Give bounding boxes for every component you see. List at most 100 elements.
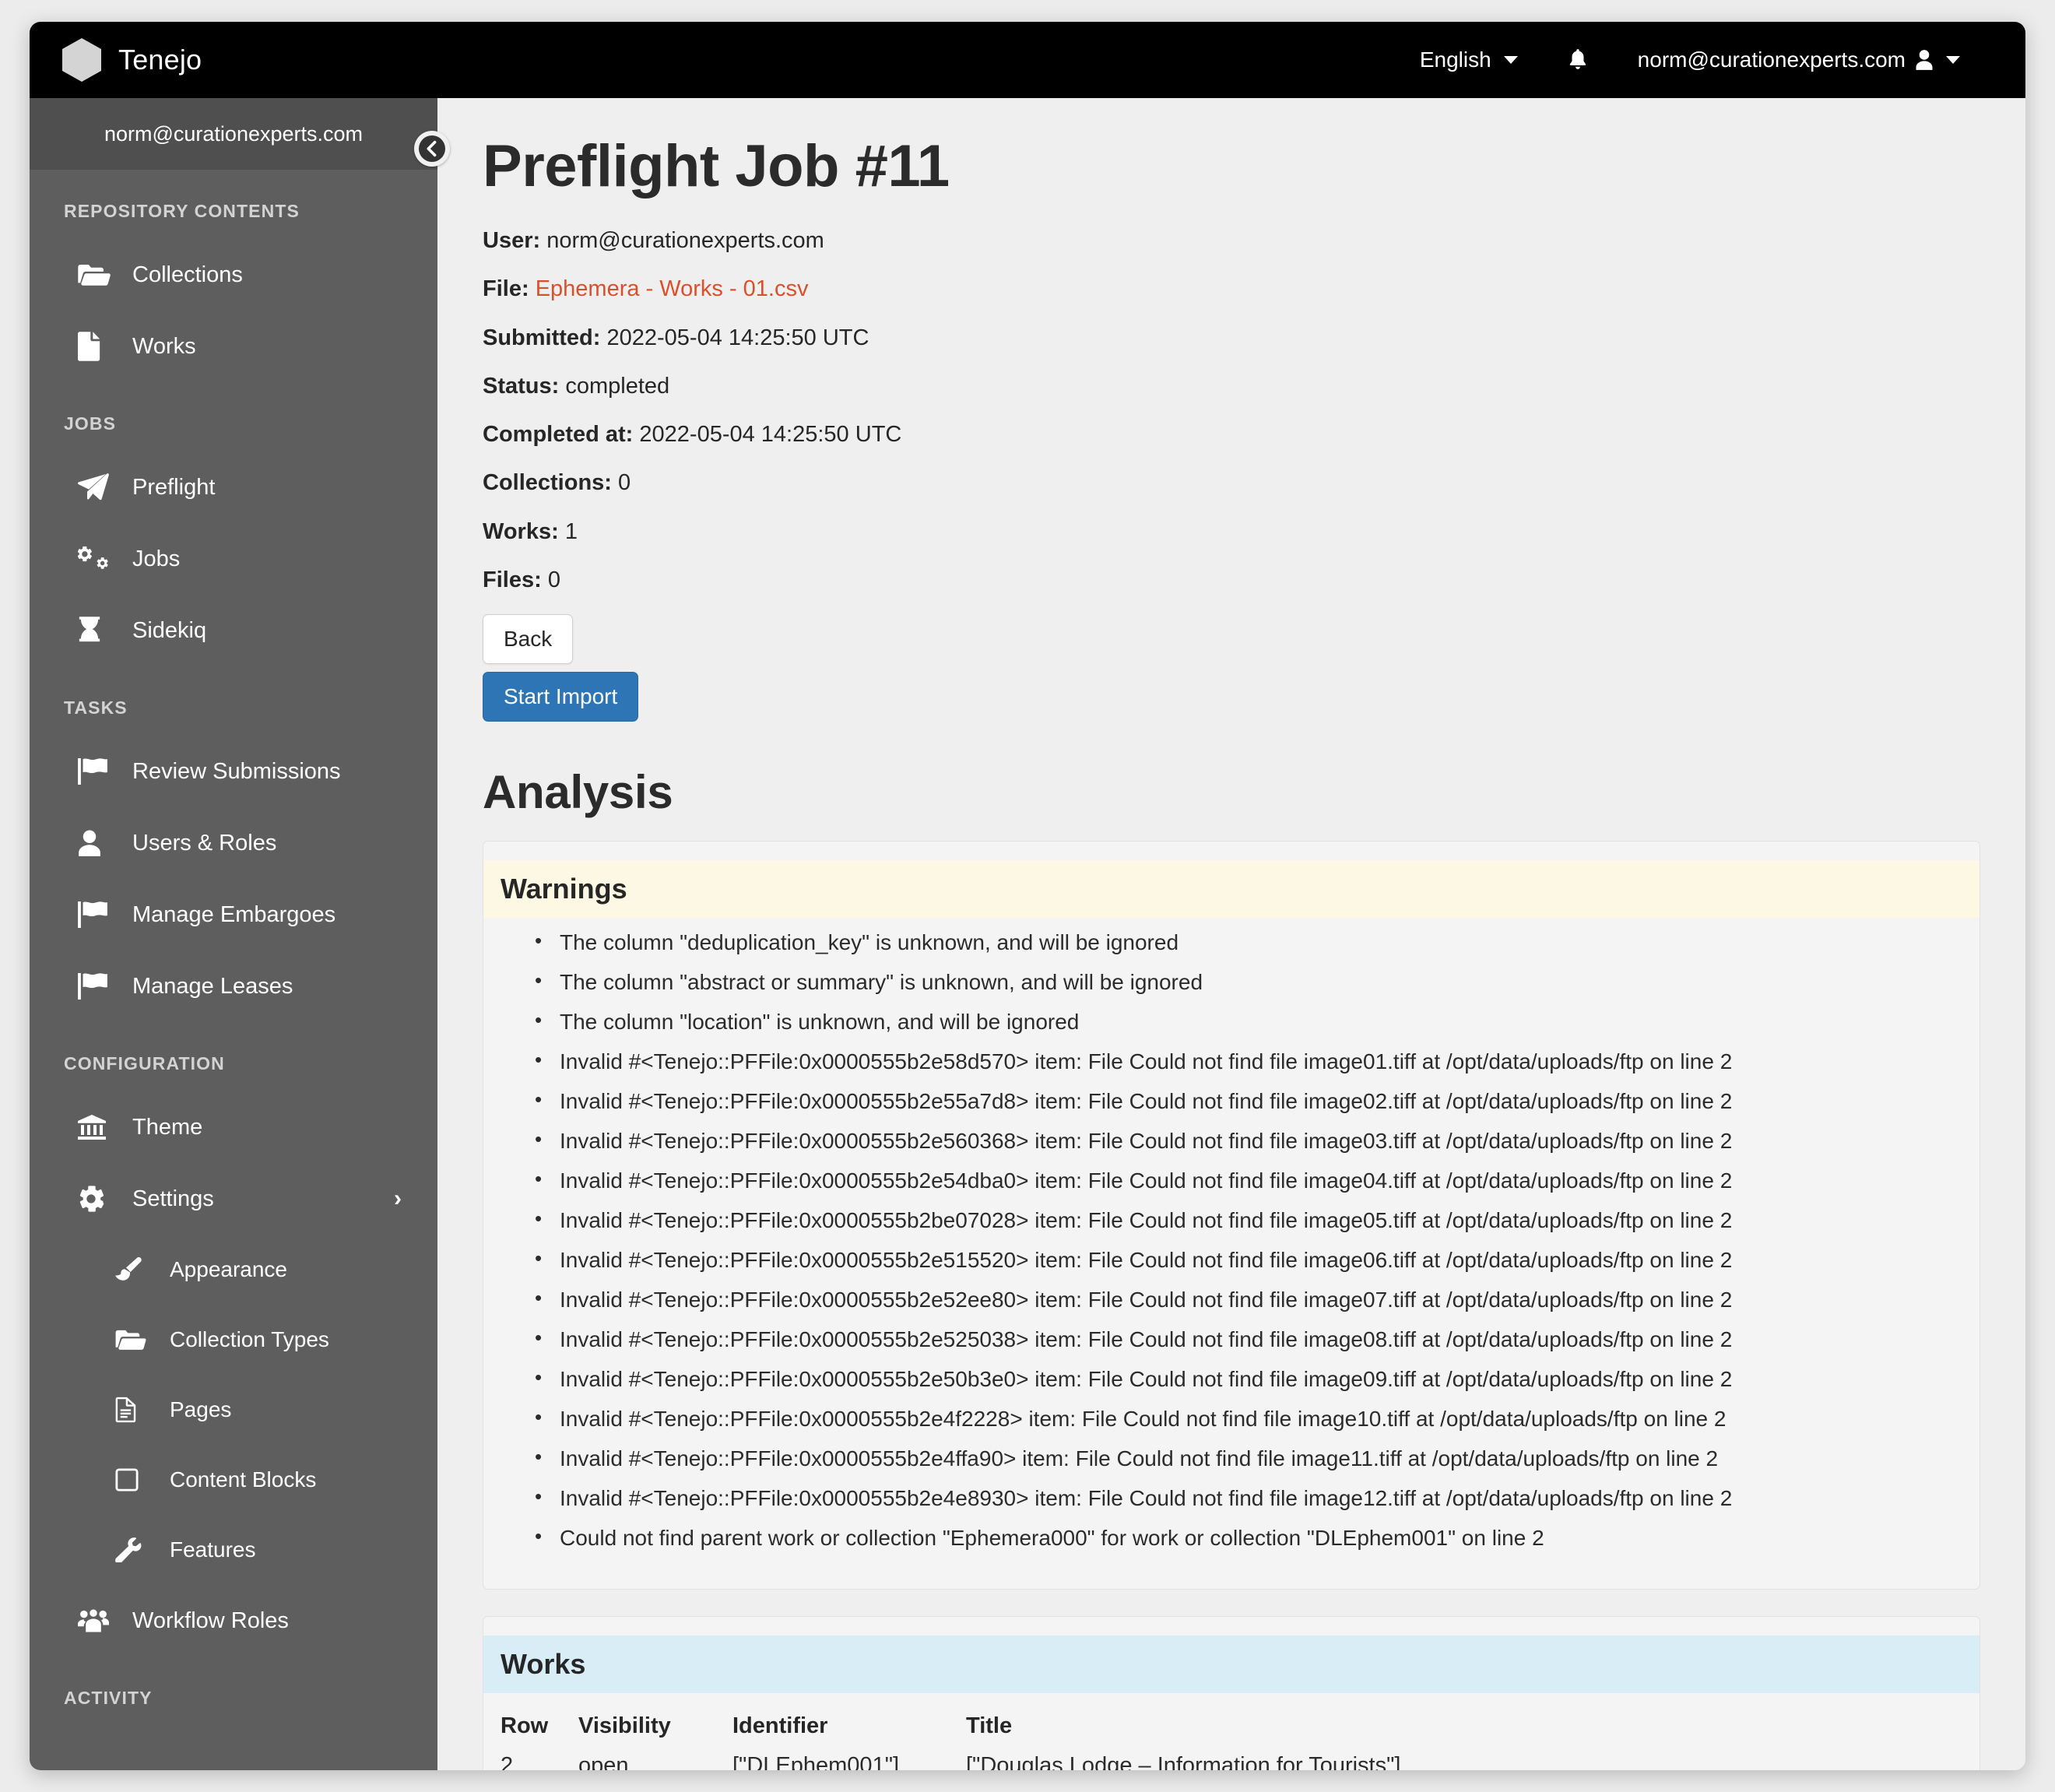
meta-submitted-value: 2022-05-04 14:25:50 UTC bbox=[606, 325, 869, 350]
sidebar-section-activity: ACTIVITY bbox=[64, 1688, 153, 1708]
sidebar-item-label: Review Submissions bbox=[132, 758, 341, 784]
sidebar-item-label: Works bbox=[132, 333, 196, 359]
warning-item: Invalid #<Tenejo::PFFile:0x0000555b2e55a… bbox=[535, 1089, 1979, 1112]
column-header-row: Row bbox=[501, 1713, 549, 1738]
meta-completed: Completed at: 2022-05-04 14:25:50 UTC bbox=[483, 420, 1980, 448]
warning-item: Invalid #<Tenejo::PFFile:0x0000555b2e4f2… bbox=[535, 1407, 1979, 1430]
column-header-title: Title bbox=[966, 1713, 1013, 1738]
user-icon bbox=[78, 830, 114, 856]
sidebar-item-sidekiq[interactable]: Sidekiq bbox=[30, 595, 437, 666]
sidebar-item-label: Manage Leases bbox=[132, 973, 293, 999]
sidebar-item-label: Sidekiq bbox=[132, 617, 207, 643]
sidebar-item-label: Content Blocks bbox=[170, 1467, 317, 1492]
brand-name: Tenejo bbox=[118, 44, 202, 76]
flag-icon bbox=[78, 901, 114, 928]
sidebar-item-workflow-roles[interactable]: Workflow Roles bbox=[30, 1585, 437, 1657]
back-button-row: Back bbox=[483, 614, 1980, 664]
warning-item: The column "deduplication_key" is unknow… bbox=[535, 930, 1979, 954]
sidebar-item-review-submissions[interactable]: Review Submissions bbox=[30, 736, 437, 807]
warning-item: Could not find parent work or collection… bbox=[535, 1526, 1979, 1549]
sidebar-item-label: Settings bbox=[132, 1186, 214, 1211]
works-panel: Works Row Visibility Identifier Title 2 … bbox=[483, 1616, 1980, 1770]
sidebar-item-works[interactable]: Works bbox=[30, 311, 437, 382]
sidebar-user-label: norm@curationexperts.com bbox=[30, 98, 437, 170]
column-header-visibility: Visibility bbox=[578, 1713, 671, 1738]
file-lines-icon bbox=[115, 1397, 151, 1423]
cell-visibility: open bbox=[578, 1753, 629, 1770]
status-badge: completed bbox=[565, 373, 670, 399]
meta-works-value: 1 bbox=[564, 518, 578, 544]
cell-title: ["Douglas Lodge – Information for Touris… bbox=[966, 1753, 1401, 1770]
sidebar-item-manage-leases[interactable]: Manage Leases bbox=[30, 950, 437, 1022]
sidebar-item-label: Preflight bbox=[132, 474, 216, 500]
start-import-button[interactable]: Start Import bbox=[483, 672, 639, 722]
start-import-button-row: Start Import bbox=[483, 672, 1980, 722]
notifications-button[interactable] bbox=[1543, 48, 1613, 72]
works-table: Row Visibility Identifier Title 2 open [… bbox=[501, 1713, 1400, 1770]
meta-status: Status: completed bbox=[483, 372, 1980, 400]
meta-completed-label: Completed at: bbox=[483, 422, 634, 447]
sidebar-item-pages[interactable]: Pages bbox=[30, 1375, 437, 1445]
sidebar-item-label: Jobs bbox=[132, 546, 181, 571]
warning-item: Invalid #<Tenejo::PFFile:0x0000555b2e525… bbox=[535, 1327, 1979, 1351]
table-header-row: Row Visibility Identifier Title bbox=[501, 1713, 1400, 1753]
sidebar-collapse-toggle[interactable] bbox=[414, 131, 450, 167]
chevron-left-circle-icon bbox=[419, 135, 445, 162]
sidebar-item-settings[interactable]: Settings › bbox=[30, 1163, 437, 1235]
sidebar-item-appearance[interactable]: Appearance bbox=[30, 1235, 437, 1305]
warning-item: Invalid #<Tenejo::PFFile:0x0000555b2e560… bbox=[535, 1129, 1979, 1152]
meta-file: File: Ephemera - Works - 01.csv bbox=[483, 275, 1980, 303]
users-group-icon bbox=[78, 1609, 114, 1632]
meta-user-value: norm@curationexperts.com bbox=[546, 228, 824, 253]
sidebar-item-label: Features bbox=[170, 1537, 256, 1562]
meta-collections-label: Collections: bbox=[483, 470, 612, 496]
warning-item: Invalid #<Tenejo::PFFile:0x0000555b2e52e… bbox=[535, 1288, 1979, 1311]
warning-item: Invalid #<Tenejo::PFFile:0x0000555b2e4ff… bbox=[535, 1446, 1979, 1470]
sidebar-item-users-roles[interactable]: Users & Roles bbox=[30, 807, 437, 879]
cell-identifier: ["DLEphem001"] bbox=[732, 1753, 900, 1770]
column-header-identifier: Identifier bbox=[732, 1713, 828, 1738]
language-selector[interactable]: English bbox=[1395, 47, 1543, 72]
hourglass-icon bbox=[78, 617, 114, 645]
sidebar-item-preflight[interactable]: Preflight bbox=[30, 452, 437, 523]
meta-status-label: Status: bbox=[483, 373, 560, 399]
sidebar-item-jobs[interactable]: Jobs bbox=[30, 523, 437, 595]
warning-item: Invalid #<Tenejo::PFFile:0x0000555b2be07… bbox=[535, 1208, 1979, 1232]
meta-completed-value: 2022-05-04 14:25:50 UTC bbox=[639, 422, 902, 447]
file-icon bbox=[78, 332, 114, 361]
sidebar-item-collection-types[interactable]: Collection Types bbox=[30, 1305, 437, 1375]
sidebar-item-features[interactable]: Features bbox=[30, 1515, 437, 1585]
back-button[interactable]: Back bbox=[483, 614, 574, 664]
gear-icon bbox=[78, 1186, 114, 1212]
navbar-right: English norm@curationexperts.com bbox=[1395, 47, 1985, 72]
analysis-title: Analysis bbox=[483, 766, 673, 818]
wrench-icon bbox=[115, 1537, 151, 1562]
sidebar-item-label: Collections bbox=[132, 262, 243, 287]
sidebar-item-content-blocks[interactable]: Content Blocks bbox=[30, 1445, 437, 1515]
sidebar-item-label: Pages bbox=[170, 1397, 232, 1421]
browser-window: Tenejo English norm@curationexperts.com bbox=[30, 22, 2025, 1770]
meta-works: Works: 1 bbox=[483, 518, 1980, 546]
sidebar-item-label: Manage Embargoes bbox=[132, 901, 336, 927]
sidebar-item-collections[interactable]: Collections bbox=[30, 239, 437, 311]
sidebar-item-label: Theme bbox=[132, 1114, 203, 1140]
folder-open-icon bbox=[115, 1328, 151, 1351]
account-label: norm@curationexperts.com bbox=[1637, 47, 1906, 72]
meta-works-label: Works: bbox=[483, 518, 559, 544]
sidebar-item-label: Workflow Roles bbox=[132, 1608, 289, 1633]
sidebar-item-theme[interactable]: Theme bbox=[30, 1091, 437, 1163]
warning-item: The column "location" is unknown, and wi… bbox=[535, 1010, 1979, 1033]
works-heading: Works bbox=[483, 1636, 1979, 1693]
warnings-heading: Warnings bbox=[483, 860, 1979, 918]
meta-user: User: norm@curationexperts.com bbox=[483, 227, 1980, 255]
sidebar-item-manage-embargoes[interactable]: Manage Embargoes bbox=[30, 879, 437, 950]
account-menu[interactable]: norm@curationexperts.com bbox=[1613, 47, 1985, 72]
paint-brush-icon bbox=[115, 1257, 151, 1282]
warning-item: Invalid #<Tenejo::PFFile:0x0000555b2e50b… bbox=[535, 1367, 1979, 1390]
file-link[interactable]: Ephemera - Works - 01.csv bbox=[536, 276, 809, 301]
warnings-list: The column "deduplication_key" is unknow… bbox=[483, 930, 1979, 1549]
brand[interactable]: Tenejo bbox=[62, 38, 202, 82]
sidebar-section-jobs: JOBS bbox=[64, 413, 117, 434]
warning-item: Invalid #<Tenejo::PFFile:0x0000555b2e54d… bbox=[535, 1168, 1979, 1192]
person-icon bbox=[1915, 49, 1934, 71]
